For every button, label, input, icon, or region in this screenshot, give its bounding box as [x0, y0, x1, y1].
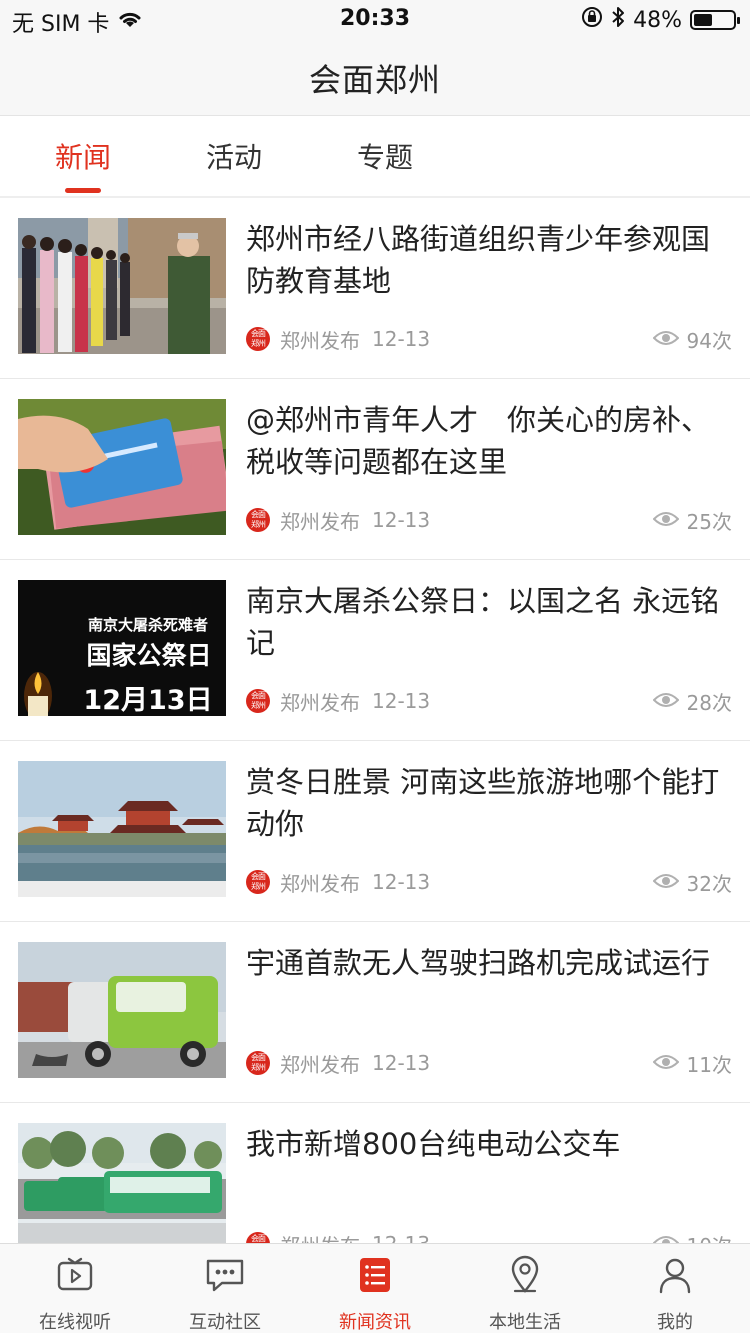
list-item[interactable]: @郑州市青年人才 你关心的房补、税收等问题都在这里 会面郑州 郑州发布 12-1…	[0, 379, 750, 560]
news-meta: 会面郑州 郑州发布 12-13 11次	[246, 1048, 732, 1078]
news-source: 郑州发布	[280, 690, 360, 715]
news-list: 郑州市经八路街道组织青少年参观国防教育基地 会面郑州 郑州发布 12-13 94…	[0, 198, 750, 1284]
source-logo: 会面郑州	[246, 1051, 270, 1075]
tabbar-label: 本地生活	[489, 1312, 561, 1333]
bluetooth-icon	[611, 6, 625, 34]
news-meta: 会面郑州 郑州发布 12-13 28次	[246, 686, 732, 716]
status-right: 48%	[581, 6, 740, 34]
active-tab-indicator	[65, 188, 101, 193]
tv-play-icon	[0, 1252, 150, 1298]
tab-news[interactable]: 新闻	[28, 136, 138, 176]
source-logo: 会面郑州	[246, 689, 270, 713]
chat-bubble-icon	[150, 1252, 300, 1298]
tabbar-item-news[interactable]: 新闻资讯	[300, 1252, 450, 1333]
news-thumbnail	[18, 942, 226, 1078]
tabbar-label: 互动社区	[189, 1312, 261, 1333]
news-date: 12-13	[372, 1051, 431, 1075]
eye-icon	[652, 689, 679, 713]
battery-icon	[690, 10, 740, 30]
view-count: 32次	[652, 868, 732, 897]
news-date: 12-13	[372, 327, 431, 351]
list-item[interactable]: 南京大屠杀死难者 国家公祭日 12月13日 南京大屠杀公祭日：以国之名 永远铭记…	[0, 560, 750, 741]
news-title: 南京大屠杀公祭日：以国之名 永远铭记	[246, 584, 720, 660]
app-screen: 无 SIM 卡 20:33 48% 会面郑州 新闻 活动 专题 郑州市经八路街道…	[0, 0, 750, 1333]
tabbar-label: 新闻资讯	[339, 1312, 411, 1333]
view-count-text: 25次	[686, 509, 732, 534]
eye-icon	[652, 870, 679, 894]
battery-percent: 48%	[633, 7, 682, 33]
news-date: 12-13	[372, 870, 431, 894]
tab-topics[interactable]: 专题	[330, 136, 440, 176]
news-thumbnail	[18, 399, 226, 535]
news-date: 12-13	[372, 689, 431, 713]
view-count: 28次	[652, 687, 732, 716]
view-count-text: 94次	[686, 328, 732, 353]
news-source: 郑州发布	[280, 509, 360, 534]
source-logo: 会面郑州	[246, 508, 270, 532]
news-thumbnail: 南京大屠杀死难者 国家公祭日 12月13日	[18, 580, 226, 716]
list-item[interactable]: 宇通首款无人驾驶扫路机完成试运行 会面郑州 郑州发布 12-13 11次	[0, 922, 750, 1103]
orientation-lock-icon	[581, 6, 603, 34]
news-meta: 会面郑州 郑州发布 12-13 94次	[246, 324, 732, 354]
news-list-icon	[300, 1252, 450, 1298]
news-title: 郑州市经八路街道组织青少年参观国防教育基地	[246, 222, 711, 298]
view-count-text: 28次	[686, 690, 732, 715]
category-tabs: 新闻 活动 专题	[0, 116, 750, 198]
view-count-text: 32次	[686, 871, 732, 896]
news-source: 郑州发布	[280, 871, 360, 896]
news-title: @郑州市青年人才 你关心的房补、税收等问题都在这里	[246, 403, 711, 479]
thumb-caption-line2: 国家公祭日	[86, 641, 212, 670]
tabbar-item-online-av[interactable]: 在线视听	[0, 1252, 150, 1333]
location-pin-icon	[450, 1252, 600, 1298]
news-meta: 会面郑州 郑州发布 12-13 25次	[246, 505, 732, 535]
news-title: 我市新增800台纯电动公交车	[246, 1127, 621, 1161]
battery-level	[694, 14, 713, 26]
news-thumbnail	[18, 1123, 226, 1259]
tabbar-item-mine[interactable]: 我的	[600, 1252, 750, 1333]
news-title: 赏冬日胜景 河南这些旅游地哪个能打动你	[246, 765, 720, 841]
source-logo: 会面郑州	[246, 870, 270, 894]
status-bar: 无 SIM 卡 20:33 48%	[0, 0, 750, 40]
view-count: 94次	[652, 325, 732, 354]
tabbar-item-local-life[interactable]: 本地生活	[450, 1252, 600, 1333]
list-item[interactable]: 赏冬日胜景 河南这些旅游地哪个能打动你 会面郑州 郑州发布 12-13 32次	[0, 741, 750, 922]
bottom-tab-bar: 在线视听 互动社区 新闻资讯 本地生活 我的	[0, 1243, 750, 1333]
news-thumbnail	[18, 218, 226, 354]
tabbar-label: 我的	[657, 1312, 693, 1333]
tab-activities[interactable]: 活动	[179, 136, 289, 176]
eye-icon	[652, 1051, 679, 1075]
news-meta: 会面郑州 郑州发布 12-13 32次	[246, 867, 732, 897]
news-title: 宇通首款无人驾驶扫路机完成试运行	[246, 946, 711, 980]
eye-icon	[652, 508, 679, 532]
view-count-text: 11次	[686, 1052, 732, 1077]
list-item[interactable]: 郑州市经八路街道组织青少年参观国防教育基地 会面郑州 郑州发布 12-13 94…	[0, 198, 750, 379]
view-count: 11次	[652, 1049, 732, 1078]
page-title: 会面郑州	[308, 60, 441, 99]
news-source: 郑州发布	[280, 1052, 360, 1077]
person-icon	[600, 1252, 750, 1298]
news-thumbnail	[18, 761, 226, 897]
thumb-caption-line1: 南京大屠杀死难者	[87, 616, 208, 634]
eye-icon	[652, 327, 679, 351]
thumb-caption-line3: 12月13日	[83, 685, 213, 716]
news-date: 12-13	[372, 508, 431, 532]
tabbar-label: 在线视听	[39, 1312, 111, 1333]
source-logo: 会面郑州	[246, 327, 270, 351]
tabbar-item-community[interactable]: 互动社区	[150, 1252, 300, 1333]
view-count: 25次	[652, 506, 732, 535]
news-source: 郑州发布	[280, 328, 360, 353]
nav-bar: 会面郑州	[0, 40, 750, 116]
